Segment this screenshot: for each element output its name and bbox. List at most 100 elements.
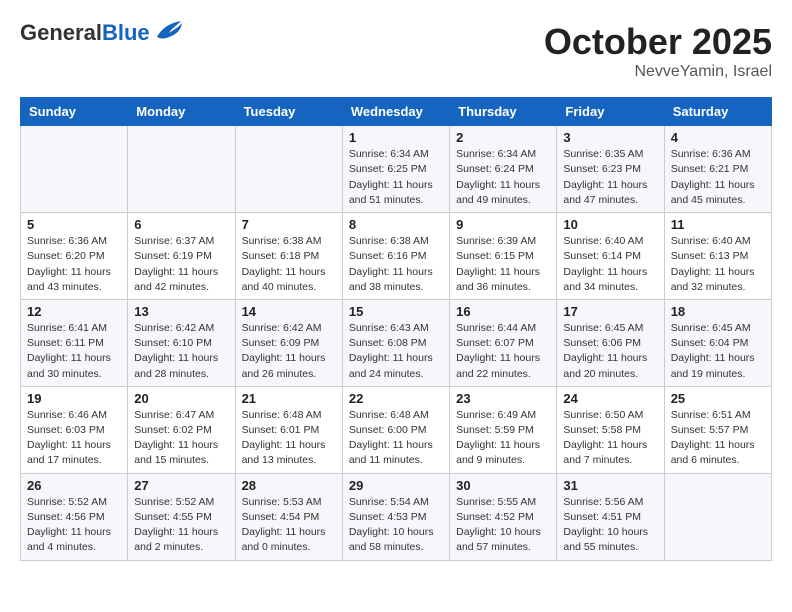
day-number: 14 [242,304,336,319]
calendar-day-cell: 22 Sunrise: 6:48 AM Sunset: 6:00 PM Dayli… [342,386,449,473]
day-info: Sunrise: 5:53 AM Sunset: 4:54 PM Dayligh… [242,495,336,556]
day-number: 20 [134,391,228,406]
day-number: 27 [134,478,228,493]
day-info: Sunrise: 6:41 AM Sunset: 6:11 PM Dayligh… [27,321,121,382]
calendar-week-row: 5 Sunrise: 6:36 AM Sunset: 6:20 PM Daylig… [21,213,772,300]
calendar-title: October 2025 [544,20,772,63]
day-info: Sunrise: 6:37 AM Sunset: 6:19 PM Dayligh… [134,234,228,295]
calendar-day-cell: 21 Sunrise: 6:48 AM Sunset: 6:01 PM Dayli… [235,386,342,473]
day-number: 7 [242,217,336,232]
calendar-day-cell: 4 Sunrise: 6:36 AM Sunset: 6:21 PM Daylig… [664,126,771,213]
day-number: 22 [349,391,443,406]
day-number: 16 [456,304,550,319]
calendar-day-cell: 24Sunrise: 6:50 AM Sunset: 5:58 PM Dayli… [557,386,664,473]
calendar-week-row: 26 Sunrise: 5:52 AM Sunset: 4:56 PM Dayli… [21,473,772,560]
day-info: Sunrise: 6:39 AM Sunset: 6:15 PM Dayligh… [456,234,550,295]
day-info: Sunrise: 6:48 AM Sunset: 6:00 PM Dayligh… [349,408,443,469]
day-number: 28 [242,478,336,493]
calendar-day-cell: 18 Sunrise: 6:45 AM Sunset: 6:04 PM Dayli… [664,299,771,386]
weekday-header: Friday [557,98,664,126]
calendar-day-cell: 8 Sunrise: 6:38 AM Sunset: 6:16 PM Daylig… [342,213,449,300]
calendar-day-cell: 25 Sunrise: 6:51 AM Sunset: 5:57 PM Dayli… [664,386,771,473]
weekday-header: Tuesday [235,98,342,126]
day-info: Sunrise: 6:36 AM Sunset: 6:20 PM Dayligh… [27,234,121,295]
day-info: Sunrise: 5:52 AM Sunset: 4:56 PM Dayligh… [27,495,121,556]
day-info: Sunrise: 5:54 AM Sunset: 4:53 PM Dayligh… [349,495,443,556]
day-number: 12 [27,304,121,319]
page-header: GeneralBlue October 2025 NevveYamin, Isr… [20,20,772,81]
calendar-day-cell: 6Sunrise: 6:37 AM Sunset: 6:19 PM Daylig… [128,213,235,300]
calendar-week-row: 12 Sunrise: 6:41 AM Sunset: 6:11 PM Dayli… [21,299,772,386]
calendar-day-cell: 19 Sunrise: 6:46 AM Sunset: 6:03 PM Dayli… [21,386,128,473]
calendar-day-cell: 20Sunrise: 6:47 AM Sunset: 6:02 PM Dayli… [128,386,235,473]
day-info: Sunrise: 6:42 AM Sunset: 6:09 PM Dayligh… [242,321,336,382]
day-info: Sunrise: 6:34 AM Sunset: 6:25 PM Dayligh… [349,147,443,208]
day-number: 11 [671,217,765,232]
day-number: 18 [671,304,765,319]
calendar-day-cell: 16Sunrise: 6:44 AM Sunset: 6:07 PM Dayli… [450,299,557,386]
calendar-week-row: 1 Sunrise: 6:34 AM Sunset: 6:25 PM Daylig… [21,126,772,213]
day-number: 30 [456,478,550,493]
logo-bird-icon [155,19,183,46]
weekday-header: Wednesday [342,98,449,126]
day-info: Sunrise: 6:40 AM Sunset: 6:14 PM Dayligh… [563,234,657,295]
day-number: 5 [27,217,121,232]
day-number: 1 [349,130,443,145]
calendar-day-cell: 14 Sunrise: 6:42 AM Sunset: 6:09 PM Dayli… [235,299,342,386]
day-info: Sunrise: 6:46 AM Sunset: 6:03 PM Dayligh… [27,408,121,469]
day-number: 25 [671,391,765,406]
calendar-day-cell: 13Sunrise: 6:42 AM Sunset: 6:10 PM Dayli… [128,299,235,386]
day-number: 23 [456,391,550,406]
day-info: Sunrise: 6:43 AM Sunset: 6:08 PM Dayligh… [349,321,443,382]
logo-general: General [20,20,102,45]
weekday-header: Monday [128,98,235,126]
day-number: 9 [456,217,550,232]
calendar-day-cell: 9 Sunrise: 6:39 AM Sunset: 6:15 PM Daylig… [450,213,557,300]
day-info: Sunrise: 6:35 AM Sunset: 6:23 PM Dayligh… [563,147,657,208]
day-info: Sunrise: 6:38 AM Sunset: 6:16 PM Dayligh… [349,234,443,295]
day-info: Sunrise: 6:42 AM Sunset: 6:10 PM Dayligh… [134,321,228,382]
calendar-day-cell [128,126,235,213]
day-number: 31 [563,478,657,493]
calendar-day-cell: 12 Sunrise: 6:41 AM Sunset: 6:11 PM Dayli… [21,299,128,386]
day-info: Sunrise: 6:34 AM Sunset: 6:24 PM Dayligh… [456,147,550,208]
calendar-header-row: SundayMondayTuesdayWednesdayThursdayFrid… [21,98,772,126]
day-number: 4 [671,130,765,145]
weekday-header: Thursday [450,98,557,126]
day-info: Sunrise: 6:48 AM Sunset: 6:01 PM Dayligh… [242,408,336,469]
day-info: Sunrise: 5:56 AM Sunset: 4:51 PM Dayligh… [563,495,657,556]
weekday-header: Sunday [21,98,128,126]
day-info: Sunrise: 6:36 AM Sunset: 6:21 PM Dayligh… [671,147,765,208]
calendar-day-cell: 23 Sunrise: 6:49 AM Sunset: 5:59 PM Dayli… [450,386,557,473]
calendar-day-cell: 26 Sunrise: 5:52 AM Sunset: 4:56 PM Dayli… [21,473,128,560]
calendar-day-cell: 7Sunrise: 6:38 AM Sunset: 6:18 PM Daylig… [235,213,342,300]
calendar-day-cell: 28 Sunrise: 5:53 AM Sunset: 4:54 PM Dayli… [235,473,342,560]
day-number: 17 [563,304,657,319]
calendar-day-cell: 5 Sunrise: 6:36 AM Sunset: 6:20 PM Daylig… [21,213,128,300]
day-info: Sunrise: 6:40 AM Sunset: 6:13 PM Dayligh… [671,234,765,295]
calendar-day-cell [235,126,342,213]
day-info: Sunrise: 6:49 AM Sunset: 5:59 PM Dayligh… [456,408,550,469]
calendar-day-cell: 30 Sunrise: 5:55 AM Sunset: 4:52 PM Dayli… [450,473,557,560]
day-number: 21 [242,391,336,406]
calendar-subtitle: NevveYamin, Israel [544,63,772,81]
day-number: 8 [349,217,443,232]
day-number: 15 [349,304,443,319]
calendar-day-cell: 3Sunrise: 6:35 AM Sunset: 6:23 PM Daylig… [557,126,664,213]
calendar-day-cell: 29 Sunrise: 5:54 AM Sunset: 4:53 PM Dayli… [342,473,449,560]
calendar-table: SundayMondayTuesdayWednesdayThursdayFrid… [20,97,772,560]
day-number: 10 [563,217,657,232]
logo-blue: Blue [102,20,150,45]
day-info: Sunrise: 6:45 AM Sunset: 6:06 PM Dayligh… [563,321,657,382]
day-number: 24 [563,391,657,406]
logo: GeneralBlue [20,20,183,46]
day-info: Sunrise: 5:55 AM Sunset: 4:52 PM Dayligh… [456,495,550,556]
day-info: Sunrise: 6:45 AM Sunset: 6:04 PM Dayligh… [671,321,765,382]
day-number: 19 [27,391,121,406]
day-number: 26 [27,478,121,493]
calendar-week-row: 19 Sunrise: 6:46 AM Sunset: 6:03 PM Dayli… [21,386,772,473]
calendar-day-cell: 2 Sunrise: 6:34 AM Sunset: 6:24 PM Daylig… [450,126,557,213]
day-number: 2 [456,130,550,145]
day-number: 29 [349,478,443,493]
day-info: Sunrise: 6:51 AM Sunset: 5:57 PM Dayligh… [671,408,765,469]
